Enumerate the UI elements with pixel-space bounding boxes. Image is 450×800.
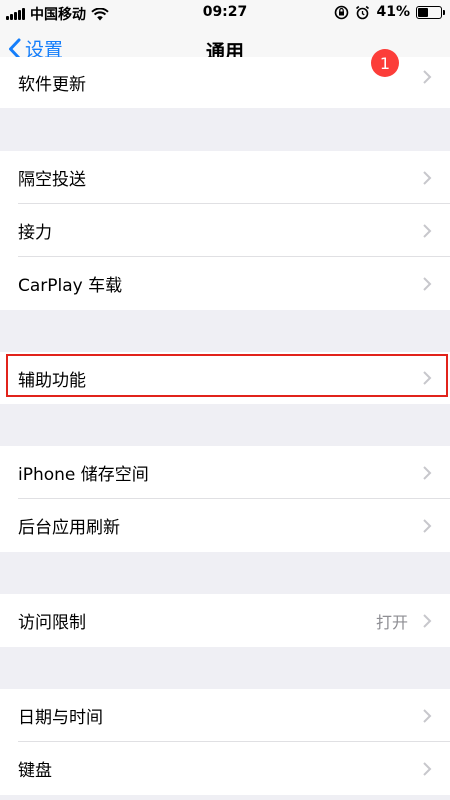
rotation-lock-icon: [335, 5, 349, 19]
row-iphone-storage[interactable]: iPhone 储存空间: [0, 446, 450, 499]
chevron-right-icon: [423, 465, 432, 480]
status-right: 41%: [334, 4, 445, 20]
battery-percent: 41%: [376, 4, 410, 20]
chevron-right-icon: [423, 761, 432, 776]
row-handoff[interactable]: 接力: [0, 204, 450, 257]
chevron-right-icon: [423, 708, 432, 723]
chevron-right-icon: [423, 518, 432, 533]
status-bar: 中国移动 09:27 41%: [0, 0, 450, 26]
row-label: 后台应用刷新: [18, 518, 120, 538]
restrictions-value: 打开: [375, 612, 408, 632]
row-label: 键盘: [18, 761, 52, 781]
row-label: 辅助功能: [18, 370, 86, 391]
row-label: CarPlay 车载: [18, 276, 123, 296]
chevron-right-icon: [423, 170, 432, 185]
row-label: 接力: [18, 223, 52, 243]
chevron-right-icon: [423, 371, 432, 385]
chevron-right-icon: [423, 69, 432, 84]
row-accessibility[interactable]: 辅助功能: [0, 352, 450, 404]
alarm-icon: [356, 5, 370, 19]
row-label: iPhone 储存空间: [18, 465, 149, 485]
row-keyboard[interactable]: 键盘: [0, 742, 450, 795]
row-date-time[interactable]: 日期与时间: [0, 689, 450, 742]
battery-icon: [416, 5, 445, 19]
chevron-right-icon: [423, 276, 432, 291]
row-label: 访问限制: [18, 613, 86, 633]
update-badge: 1: [371, 49, 399, 77]
row-label: 隔空投送: [18, 170, 86, 190]
row-airdrop[interactable]: 隔空投送: [0, 151, 450, 204]
row-carplay[interactable]: CarPlay 车载: [0, 257, 450, 310]
chevron-right-icon: [423, 223, 432, 238]
row-background-refresh[interactable]: 后台应用刷新: [0, 499, 450, 552]
row-software-update[interactable]: 软件更新 1: [0, 49, 450, 108]
row-restrictions[interactable]: 访问限制 打开: [0, 594, 450, 647]
chevron-right-icon: [423, 613, 432, 628]
row-label: 软件更新: [18, 75, 86, 95]
row-label: 日期与时间: [18, 708, 103, 728]
